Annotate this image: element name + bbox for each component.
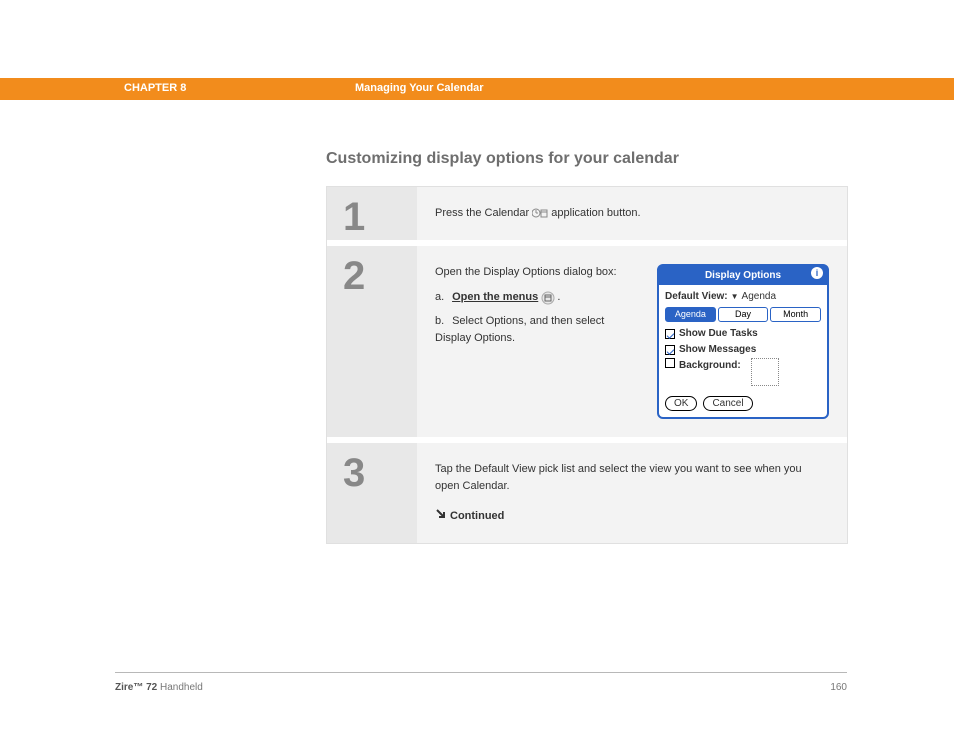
checkbox-icon[interactable]: [665, 345, 675, 355]
step2-b-text: Select Options, and then select Display …: [435, 315, 604, 344]
checkbox-icon[interactable]: [665, 358, 675, 368]
tab-month[interactable]: Month: [770, 307, 821, 322]
dialog-title-bar: Display Options i: [659, 266, 827, 285]
info-icon[interactable]: i: [811, 267, 823, 279]
tab-agenda[interactable]: Agenda: [665, 307, 716, 322]
ok-button[interactable]: OK: [665, 396, 697, 411]
dialog-title: Display Options: [705, 270, 781, 281]
check-show-due-tasks[interactable]: Show Due Tasks: [665, 326, 821, 341]
step-row: 1 Press the Calendar: [327, 187, 847, 246]
default-view-value[interactable]: Agenda: [742, 289, 776, 304]
tab-day[interactable]: Day: [718, 307, 769, 322]
check-label: Show Messages: [679, 342, 756, 357]
step2-intro: Open the Display Options dialog box:: [435, 264, 639, 281]
step2-sub-b: b. Select Options, and then select Displ…: [435, 313, 639, 346]
calendar-icon: [532, 207, 548, 219]
open-menus-link[interactable]: Open the menus: [452, 291, 538, 303]
dialog-buttons: OK Cancel: [665, 396, 821, 411]
step1-text-before: Press the Calendar: [435, 207, 532, 219]
step2-sub-a: a. Open the menus .: [435, 289, 639, 306]
cancel-button[interactable]: Cancel: [703, 396, 752, 411]
footer: Zire™ 72 Handheld 160: [115, 682, 847, 693]
arrow-down-right-icon: [435, 508, 446, 525]
checkbox-icon[interactable]: [665, 329, 675, 339]
steps-table: 1 Press the Calendar: [326, 186, 848, 544]
menu-icon: [541, 291, 557, 303]
step2-b-label: b.: [435, 313, 449, 330]
continued-label: Continued: [450, 508, 504, 525]
step-body: Tap the Default View pick list and selec…: [417, 443, 847, 543]
product-rest: Handheld: [157, 682, 203, 693]
step-body: Open the Display Options dialog box: a. …: [417, 246, 847, 437]
page-number: 160: [830, 682, 847, 693]
footer-rule: [115, 672, 847, 673]
page: CHAPTER 8 Managing Your Calendar Customi…: [0, 0, 954, 738]
display-options-dialog: Display Options i Default View: ▼ Agenda…: [657, 264, 829, 419]
step-body: Press the Calendar application button.: [417, 187, 847, 240]
section-label: Managing Your Calendar: [355, 82, 484, 94]
default-view-row: Default View: ▼ Agenda: [665, 289, 821, 304]
step2-a-after: .: [557, 291, 560, 303]
check-show-messages[interactable]: Show Messages: [665, 342, 821, 357]
background-label: Background:: [679, 358, 741, 373]
continued-marker: Continued: [435, 508, 829, 525]
check-label: Show Due Tasks: [679, 326, 758, 341]
step2-a-label: a.: [435, 289, 449, 306]
page-heading: Customizing display options for your cal…: [326, 150, 848, 168]
step-number: 1: [327, 187, 417, 240]
product-name: Zire™ 72 Handheld: [115, 682, 203, 693]
step-number: 2: [327, 246, 417, 437]
chapter-header-bar: CHAPTER 8 Managing Your Calendar: [0, 78, 954, 100]
step-row: 3 Tap the Default View pick list and sel…: [327, 443, 847, 543]
chapter-label: CHAPTER 8: [124, 82, 186, 94]
default-view-label: Default View:: [665, 289, 728, 304]
step3-text: Tap the Default View pick list and selec…: [435, 461, 829, 494]
view-tabs: Agenda Day Month: [665, 307, 821, 322]
step-text: Open the Display Options dialog box: a. …: [435, 264, 639, 352]
step-number: 3: [327, 443, 417, 543]
product-bold: Zire™ 72: [115, 682, 157, 693]
dialog-body: Default View: ▼ Agenda Agenda Day Month: [659, 285, 827, 417]
dropdown-icon[interactable]: ▼: [731, 291, 739, 303]
content-area: Customizing display options for your cal…: [326, 150, 848, 544]
step1-text-after: application button.: [551, 207, 640, 219]
background-row: Background:: [665, 358, 821, 386]
step-text: Press the Calendar application button.: [435, 205, 829, 222]
background-swatch[interactable]: [751, 358, 779, 386]
step-text: Tap the Default View pick list and selec…: [435, 461, 829, 525]
step-row: 2 Open the Display Options dialog box: a…: [327, 246, 847, 443]
